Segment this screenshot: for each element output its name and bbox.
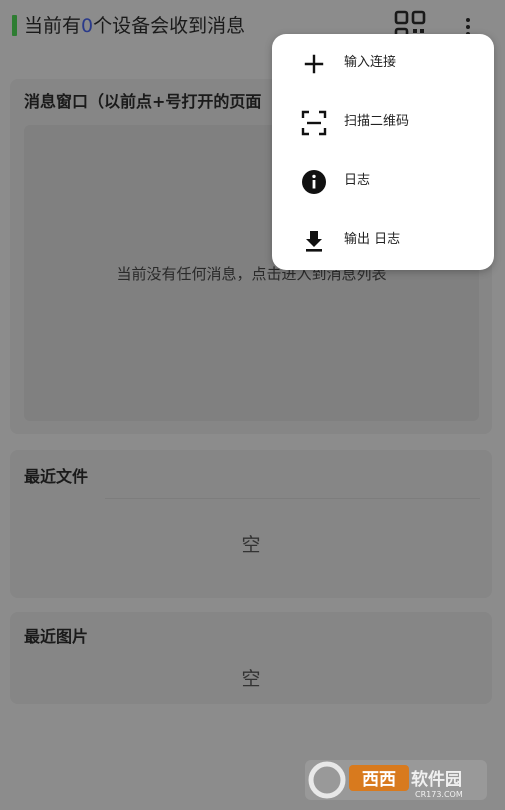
title-prefix: 当前有 [24,15,82,37]
watermark-logo: 西西 软件园 CR173.COM [305,760,487,800]
header-accent-bar [12,15,17,36]
recent-pictures-card: 最近图片 空 [10,612,492,704]
download-icon [306,231,322,252]
watermark-text-main-part2: 软件园 [411,769,462,790]
recent-files-title: 最近文件 [24,467,89,486]
device-status-title: 当前有0个设备会收到消息 [24,12,245,40]
plus-icon [304,54,324,74]
recent-files-card: 最近文件 空 [10,450,492,598]
menu-item-input-connection[interactable]: 输入连接 [272,34,494,93]
site-watermark: 西西 软件园 CR173.COM [305,758,487,802]
menu-item-scan-qr[interactable]: 扫描二维码 [272,93,494,152]
watermark-text-main-part1: 西西 [362,770,396,790]
device-count: 0 [81,15,94,37]
overflow-menu: 输入连接 扫描二维码 日志 输出 日志 [272,34,494,270]
recent-files-divider [105,498,480,499]
menu-item-export-log[interactable]: 输出 日志 [272,211,494,270]
info-icon [302,170,326,194]
menu-item-label: 输入连接 [344,55,397,70]
menu-item-label: 扫描二维码 [344,114,410,129]
title-suffix: 个设备会收到消息 [93,15,246,37]
watermark-text-sub: CR173.COM [415,790,463,799]
scan-icon [301,110,327,136]
menu-item-log[interactable]: 日志 [272,152,494,211]
recent-pictures-empty-text: 空 [241,668,261,690]
recent-files-empty-text: 空 [241,534,261,556]
message-window-title: 消息窗口（以前点+号打开的页面 [24,92,262,111]
recent-pictures-title: 最近图片 [24,627,89,646]
menu-item-label: 日志 [344,173,371,188]
menu-item-label: 输出 日志 [344,232,401,247]
